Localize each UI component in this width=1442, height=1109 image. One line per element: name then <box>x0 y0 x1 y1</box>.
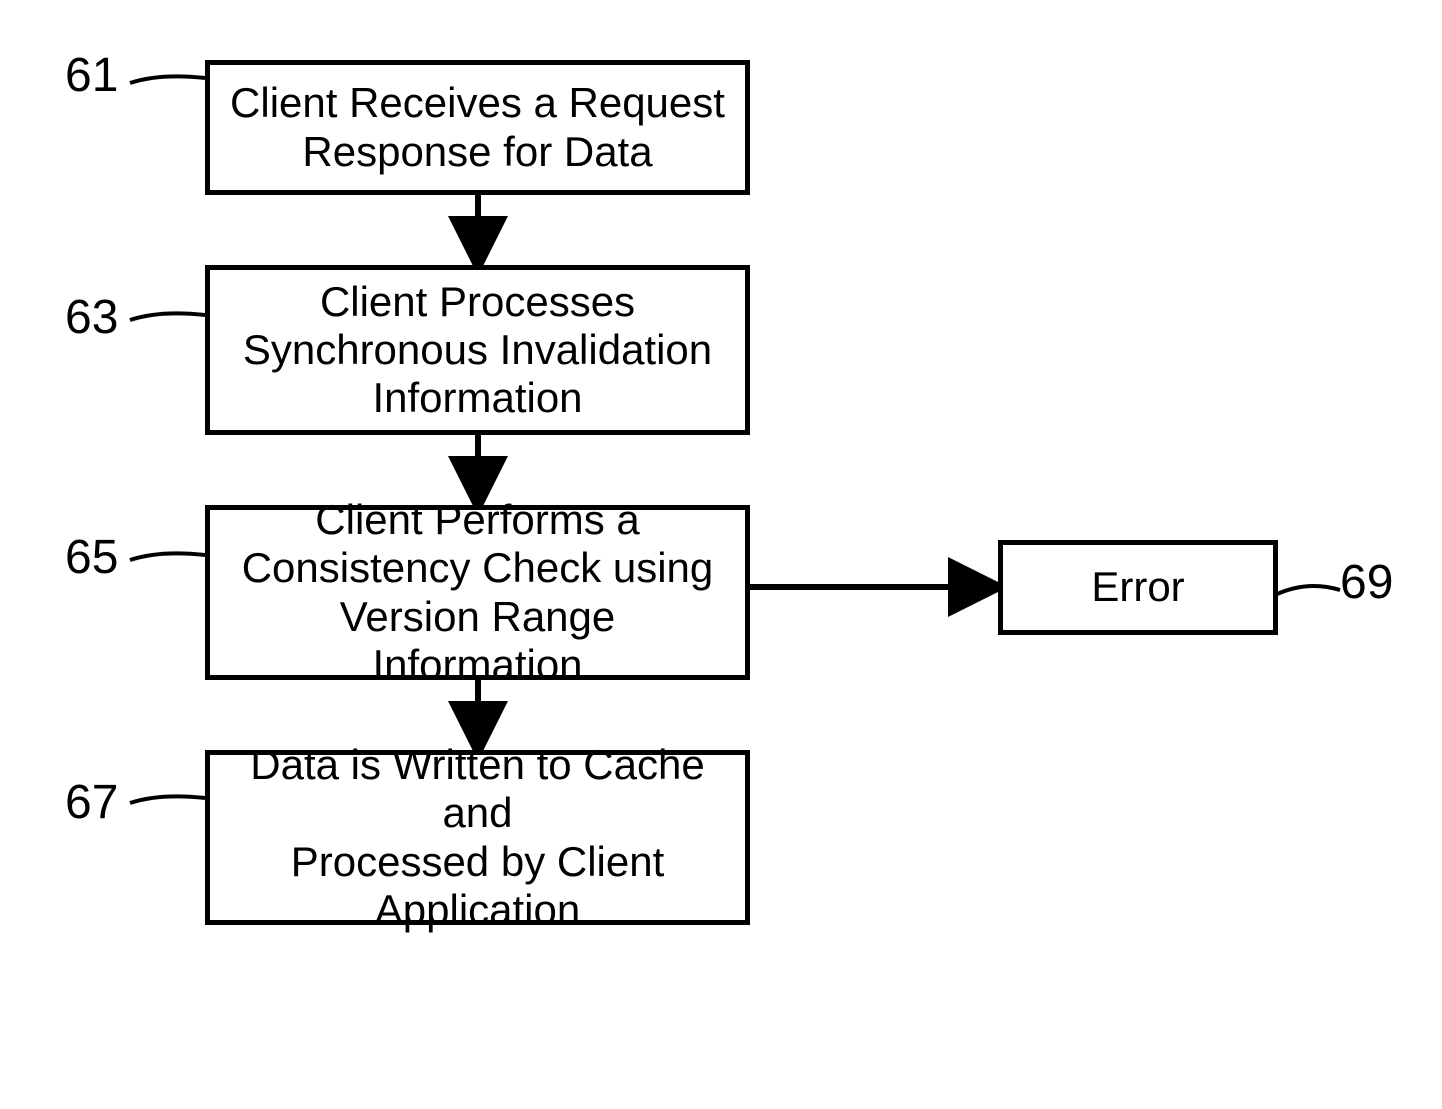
box-63-text: Client Processes Synchronous Invalidatio… <box>243 278 712 423</box>
label-61: 61 <box>65 48 118 103</box>
label-63: 63 <box>65 290 118 345</box>
box-67-text: Data is Written to Cache and Processed b… <box>230 741 725 934</box>
box-65-text: Client Performs a Consistency Check usin… <box>230 496 725 689</box>
box-67: Data is Written to Cache and Processed b… <box>205 750 750 925</box>
box-65: Client Performs a Consistency Check usin… <box>205 505 750 680</box>
label-65: 65 <box>65 530 118 585</box>
box-69-error: Error <box>998 540 1278 635</box>
box-69-text: Error <box>1091 563 1184 611</box>
box-61: Client Receives a Request Response for D… <box>205 60 750 195</box>
label-69: 69 <box>1340 555 1393 610</box>
label-67: 67 <box>65 775 118 830</box>
box-61-text: Client Receives a Request Response for D… <box>230 79 725 176</box>
box-63: Client Processes Synchronous Invalidatio… <box>205 265 750 435</box>
